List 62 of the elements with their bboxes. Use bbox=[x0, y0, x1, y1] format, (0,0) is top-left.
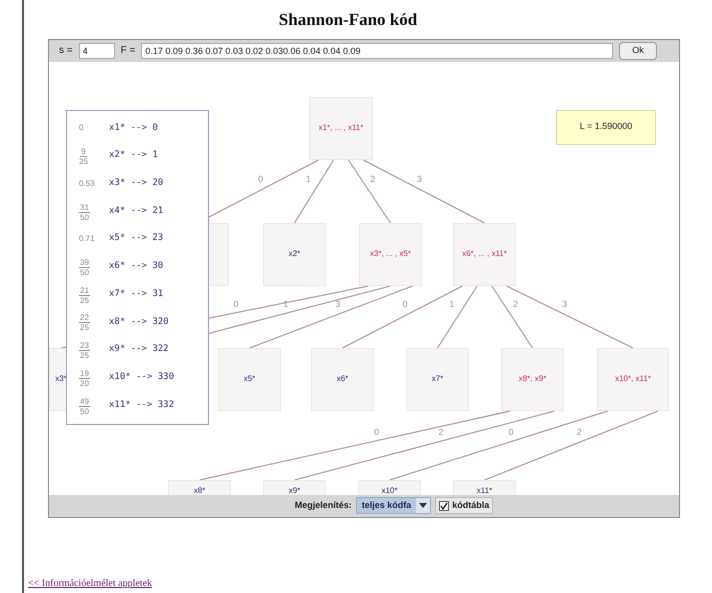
length-box: L = 1.590000 bbox=[556, 110, 656, 144]
f-label: F = bbox=[120, 44, 136, 58]
fraction: 19 20 bbox=[79, 368, 90, 388]
tree-node: x11* bbox=[453, 480, 516, 494]
page-title: Shannon-Fano kód bbox=[278, 9, 418, 31]
fraction: 31 50 bbox=[79, 202, 90, 222]
code-entry: x2* --> 1 bbox=[109, 149, 158, 162]
display-select[interactable]: teljes kódfa bbox=[356, 497, 432, 514]
f-input[interactable]: 0.17 0.09 0.36 0.07 0.03 0.02 0.030.06 0.04 0.04 0.09 bbox=[141, 42, 613, 58]
decimal-value: 0 bbox=[79, 123, 84, 132]
display-label: Megjelenítés: bbox=[294, 498, 352, 512]
decimal-value: 0.53 bbox=[79, 178, 95, 188]
edge-label: 1 bbox=[306, 172, 311, 186]
code-entry: x11* --> 332 bbox=[109, 398, 174, 412]
tree-node: x7* bbox=[406, 348, 469, 410]
edge-label: 0 bbox=[508, 426, 514, 440]
decimal-value: 0.71 bbox=[79, 234, 95, 244]
edge-label: 2 bbox=[576, 426, 582, 440]
tree-node: x6* bbox=[311, 348, 374, 410]
s-input[interactable]: 4 bbox=[78, 42, 115, 58]
tree-node: x10*, x11* bbox=[597, 348, 669, 410]
code-entry: x9* --> 322 bbox=[109, 343, 169, 356]
edge-label: 2 bbox=[370, 172, 376, 186]
back-link[interactable]: << Információelmélet appletek bbox=[28, 576, 152, 590]
code-entry: x10* --> 330 bbox=[109, 371, 174, 384]
checkbox[interactable] bbox=[439, 500, 450, 510]
edge-label: 3 bbox=[562, 298, 568, 312]
tree-node: x10* bbox=[358, 480, 421, 494]
edge-label: 3 bbox=[335, 298, 340, 312]
edge-label: 2 bbox=[438, 426, 444, 440]
tree-node: x8*, x9* bbox=[501, 348, 564, 410]
fraction: 39 50 bbox=[79, 258, 90, 277]
edge-label: 0 bbox=[258, 172, 264, 186]
code-table-toggle[interactable]: kódtábla bbox=[435, 497, 494, 514]
code-entry: x5* --> 23 bbox=[109, 232, 164, 246]
tree-node: x9* bbox=[263, 480, 326, 494]
fraction: 22 25 bbox=[79, 313, 90, 332]
edge-label: 2 bbox=[513, 298, 518, 312]
code-entry: x7* --> 31 bbox=[109, 288, 164, 301]
code-entry: x8* --> 320 bbox=[109, 316, 169, 329]
edge-label: 0 bbox=[233, 298, 238, 312]
fraction: 9 25 bbox=[79, 147, 88, 166]
edge-label: 0 bbox=[374, 426, 380, 440]
code-entry: x4* --> 21 bbox=[109, 204, 164, 218]
fraction: 49 50 bbox=[79, 396, 90, 416]
code-entry: x6* --> 30 bbox=[109, 260, 164, 274]
s-label: s = bbox=[59, 44, 73, 58]
fraction: 23 25 bbox=[79, 341, 90, 360]
tree-node: x1*, ... , x11* bbox=[309, 96, 373, 160]
fraction: 21 25 bbox=[79, 286, 90, 305]
tree-node: x8* bbox=[168, 480, 231, 494]
edge-label: 1 bbox=[449, 298, 454, 312]
tree-node: x3*, ... , x5* bbox=[359, 222, 422, 286]
dropdown-caret-icon bbox=[416, 498, 430, 513]
edge-label: 0 bbox=[402, 298, 408, 312]
code-entry: x1* --> 0 bbox=[109, 122, 158, 135]
tree-node: x2* bbox=[263, 222, 326, 286]
tree-node: x6*, ... , x11* bbox=[453, 222, 516, 286]
code-entry: x3* --> 20 bbox=[109, 177, 164, 190]
ok-button[interactable]: Ok bbox=[619, 42, 657, 60]
edge-label: 3 bbox=[416, 172, 422, 186]
tree-node: x5* bbox=[218, 348, 281, 410]
